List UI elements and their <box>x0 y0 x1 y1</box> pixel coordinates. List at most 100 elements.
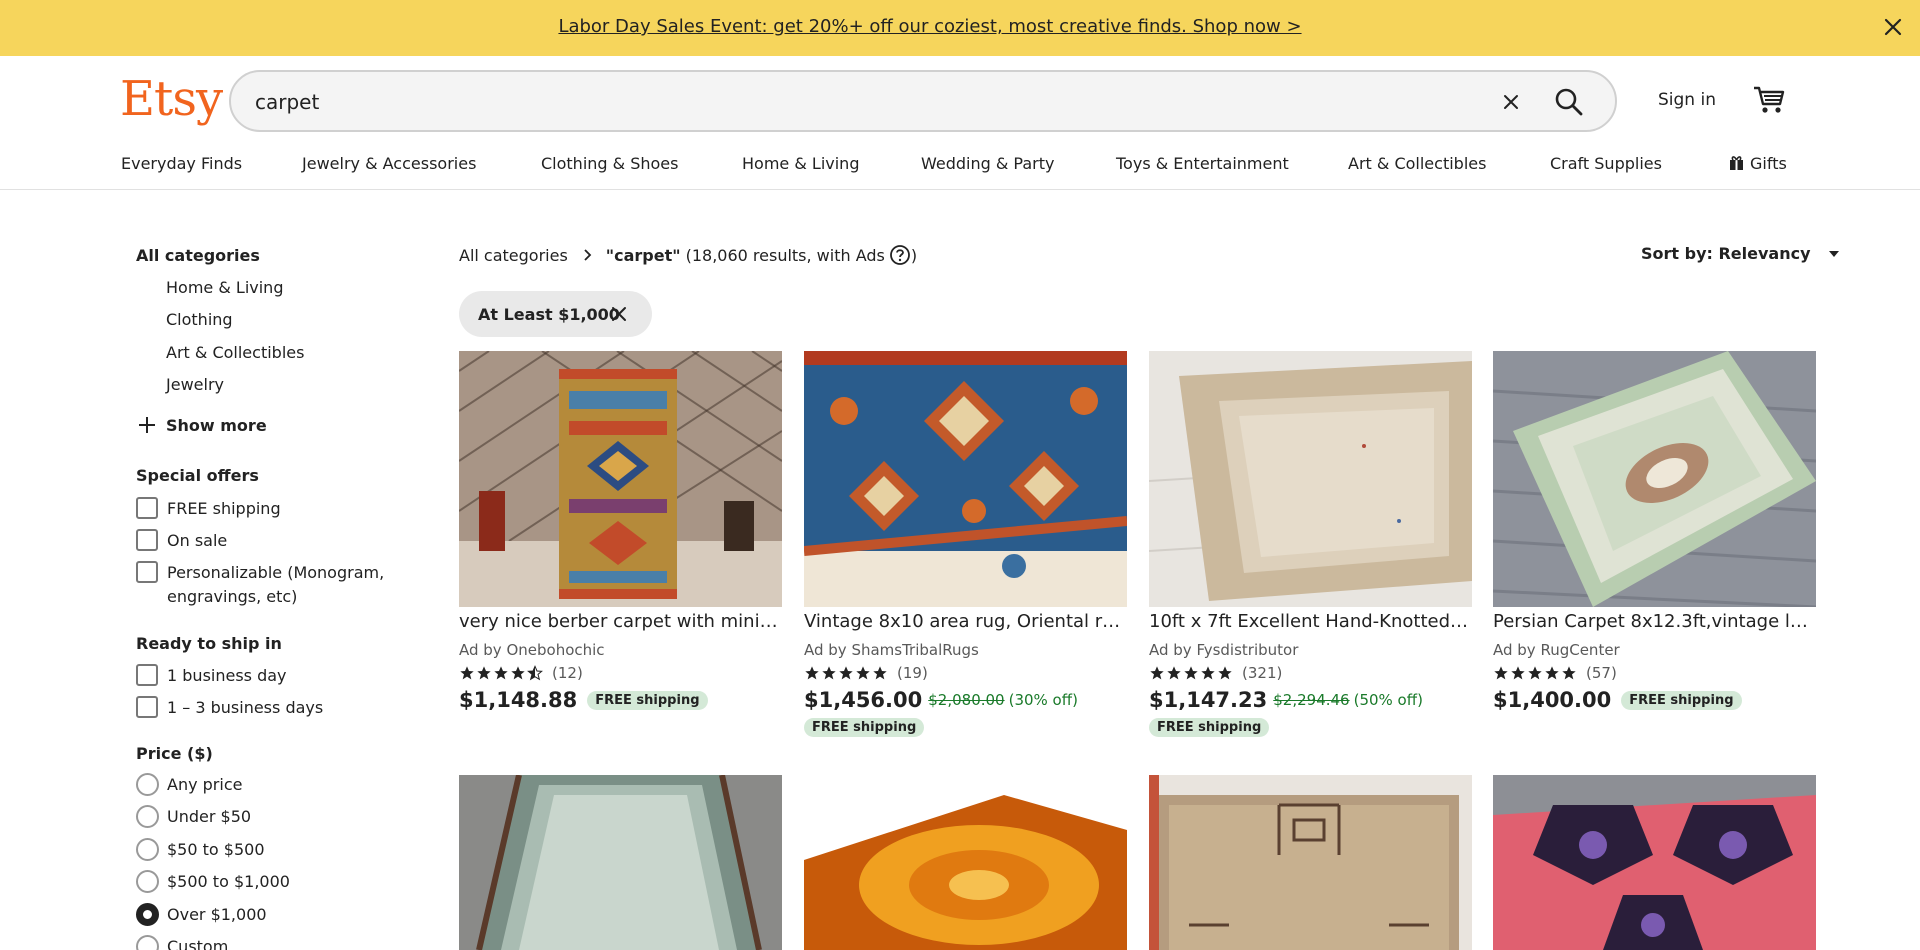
nav-item-everyday-finds[interactable]: Everyday Finds <box>121 154 242 173</box>
all-categories-heading[interactable]: All categories <box>136 246 260 265</box>
listing-seller: Ad by Fysdistributor <box>1149 641 1299 659</box>
result-count-close: ) <box>910 245 918 265</box>
radio-label: Any price <box>167 775 243 794</box>
listing-price: $1,400.00 <box>1493 688 1612 712</box>
breadcrumb-all-categories[interactable]: All categories <box>459 246 568 265</box>
etsy-logo[interactable]: Etsy <box>120 71 223 127</box>
checkbox[interactable] <box>136 696 158 718</box>
sign-in-link[interactable]: Sign in <box>1658 90 1716 110</box>
price-filter-chip[interactable]: At Least $1,000 <box>459 291 652 337</box>
checkbox[interactable] <box>136 561 158 583</box>
promo-banner-link[interactable]: Labor Day Sales Event: get 20%+ off our … <box>0 16 1860 37</box>
category-home-living[interactable]: Home & Living <box>166 278 283 297</box>
price-any-radio[interactable]: Any price <box>136 773 242 797</box>
nav-item-home-living[interactable]: Home & Living <box>742 154 859 173</box>
checkbox-label: 1 – 3 business days <box>167 698 324 717</box>
radio[interactable] <box>136 805 159 828</box>
free-shipping-checkbox[interactable]: FREE shipping <box>136 497 281 521</box>
listing-image[interactable] <box>1149 351 1472 607</box>
price-500-1000-radio[interactable]: $500 to $1,000 <box>136 870 290 894</box>
star-icon <box>1218 666 1232 680</box>
review-count: (321) <box>1242 664 1283 682</box>
category-clothing[interactable]: Clothing <box>166 310 233 329</box>
cart-icon[interactable] <box>1752 84 1786 116</box>
nav-item-clothing-shoes[interactable]: Clothing & Shoes <box>541 154 678 173</box>
radio[interactable] <box>136 773 159 796</box>
listing-image[interactable] <box>459 775 782 950</box>
listing-title[interactable]: Vintage 8x10 area rug, Oriental rug, Kaz… <box>804 611 1127 632</box>
promo-banner: Labor Day Sales Event: get 20%+ off our … <box>0 0 1920 56</box>
listing-image[interactable] <box>1493 775 1816 950</box>
radio[interactable] <box>136 870 159 893</box>
price-row: $1,148.88 FREE shipping <box>459 688 708 712</box>
discount-label: (50% off) <box>1353 691 1423 709</box>
search-input[interactable]: carpet <box>255 90 319 114</box>
star-icon <box>822 666 836 680</box>
ship-1-3-days-checkbox[interactable]: 1 – 3 business days <box>136 696 323 720</box>
listing-seller: Ad by Onebohochic <box>459 641 605 659</box>
nav-item-jewelry-accessories[interactable]: Jewelry & Accessories <box>302 154 476 173</box>
listing-price: $1,456.00 <box>804 688 923 712</box>
price-under-50-radio[interactable]: Under $50 <box>136 805 251 829</box>
star-icon <box>460 666 474 680</box>
star-icon <box>477 666 491 680</box>
search-query: "carpet" <box>605 245 681 265</box>
help-icon[interactable] <box>889 244 911 266</box>
price-custom-radio[interactable]: Custom <box>136 935 228 950</box>
checkbox-label: FREE shipping <box>167 499 281 518</box>
search-icon[interactable] <box>1553 86 1585 118</box>
nav-item-gifts[interactable]: Gifts <box>1729 154 1787 173</box>
listing-seller: Ad by RugCenter <box>1493 641 1620 659</box>
listing-image[interactable] <box>804 775 1127 950</box>
category-art-collectibles[interactable]: Art & Collectibles <box>166 343 304 362</box>
show-more-button[interactable]: Show more <box>136 414 267 438</box>
star-icon <box>1511 666 1525 680</box>
gift-icon <box>1730 156 1743 170</box>
checkbox[interactable] <box>136 529 158 551</box>
personalizable-checkbox[interactable]: Personalizable (Monogram, engravings, et… <box>136 561 384 609</box>
star-icon <box>1201 666 1215 680</box>
listing-title[interactable]: very nice berber carpet with minimalist … <box>459 611 782 632</box>
listing-image[interactable] <box>1493 351 1816 607</box>
category-nav: Everyday Finds Jewelry & Accessories Clo… <box>0 146 1920 190</box>
nav-item-toys-entertainment[interactable]: Toys & Entertainment <box>1116 154 1289 173</box>
star-rating <box>1493 665 1578 681</box>
star-icon <box>1167 666 1181 680</box>
listing-image[interactable] <box>804 351 1127 607</box>
category-jewelry[interactable]: Jewelry <box>166 375 224 394</box>
sort-dropdown[interactable]: Sort by: Relevancy <box>1641 244 1840 263</box>
search-bar[interactable]: carpet <box>229 70 1617 132</box>
ready-to-ship-heading: Ready to ship in <box>136 634 282 653</box>
nav-item-craft-supplies[interactable]: Craft Supplies <box>1550 154 1662 173</box>
remove-filter-icon[interactable] <box>609 304 629 324</box>
star-icon <box>839 666 853 680</box>
radio-selected[interactable] <box>136 903 159 926</box>
clear-search-icon[interactable] <box>1499 90 1523 114</box>
listing-image[interactable] <box>459 351 782 607</box>
price-50-500-radio[interactable]: $50 to $500 <box>136 838 265 862</box>
price-over-1000-radio[interactable]: Over $1,000 <box>136 903 267 927</box>
listing-title[interactable]: Persian Carpet 8x12.3ft,vintage large ar… <box>1493 611 1816 632</box>
review-count: (19) <box>897 664 928 682</box>
radio[interactable] <box>136 838 159 861</box>
radio[interactable] <box>136 935 159 950</box>
caret-down-icon <box>1829 251 1840 257</box>
show-more-label: Show more <box>166 416 267 435</box>
ship-1-day-checkbox[interactable]: 1 business day <box>136 664 287 688</box>
on-sale-checkbox[interactable]: On sale <box>136 529 227 553</box>
checkbox[interactable] <box>136 497 158 519</box>
free-shipping-badge: FREE shipping <box>804 718 925 737</box>
close-icon[interactable] <box>1880 14 1906 40</box>
listing-image[interactable] <box>1149 775 1472 950</box>
star-icon <box>856 666 870 680</box>
listing-rating: (19) <box>804 664 928 682</box>
checkbox[interactable] <box>136 664 158 686</box>
original-price: $2,294.46 <box>1273 691 1350 709</box>
star-rating <box>459 665 544 681</box>
checkbox-label: 1 business day <box>167 666 287 685</box>
chevron-right-icon <box>584 249 592 261</box>
nav-item-wedding-party[interactable]: Wedding & Party <box>921 154 1054 173</box>
nav-item-art-collectibles[interactable]: Art & Collectibles <box>1348 154 1486 173</box>
listing-title[interactable]: 10ft x 7ft Excellent Hand-Knotted Vintag… <box>1149 611 1472 632</box>
price-row: $1,456.00 $2,080.00 (30% off) <box>804 688 1078 712</box>
